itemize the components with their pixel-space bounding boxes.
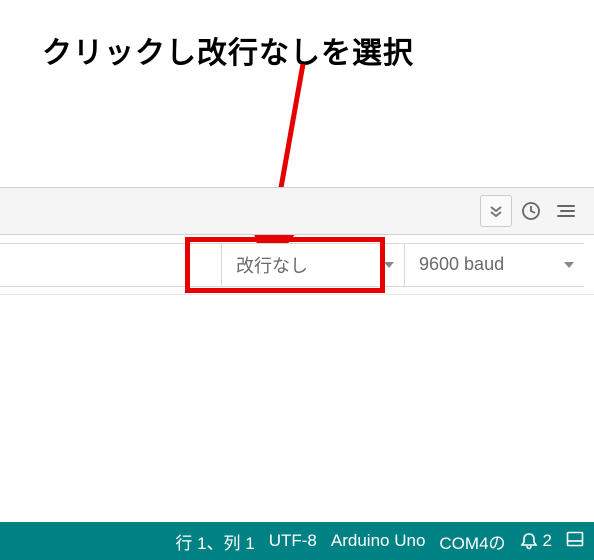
- panel-toggle-icon[interactable]: [566, 531, 584, 552]
- list-icon[interactable]: [550, 195, 582, 227]
- caret-down-icon: [564, 262, 574, 268]
- serial-monitor-controls: 改行なし 9600 baud: [0, 235, 594, 295]
- status-cursor-position: 行 1、列 1: [175, 529, 254, 554]
- status-board: Arduino Uno: [331, 531, 426, 551]
- status-encoding: UTF-8: [269, 531, 317, 551]
- bell-icon: [520, 532, 538, 550]
- serial-input[interactable]: [0, 243, 222, 287]
- clock-icon[interactable]: [515, 195, 547, 227]
- baud-dropdown[interactable]: 9600 baud: [404, 243, 584, 287]
- status-bar: 行 1、列 1 UTF-8 Arduino Uno COM4の 2: [0, 522, 594, 560]
- line-ending-dropdown[interactable]: 改行なし: [222, 243, 404, 287]
- notifications-button[interactable]: 2: [520, 531, 552, 551]
- baud-value: 9600 baud: [419, 254, 504, 275]
- annotation-text: クリックし改行なしを選択: [42, 28, 414, 72]
- chevrons-down-icon[interactable]: [480, 195, 512, 227]
- notifications-count: 2: [543, 531, 552, 551]
- status-port: COM4の: [439, 529, 505, 554]
- line-ending-value: 改行なし: [236, 252, 308, 278]
- serial-monitor-toolbar: [0, 187, 594, 235]
- caret-down-icon: [384, 262, 394, 268]
